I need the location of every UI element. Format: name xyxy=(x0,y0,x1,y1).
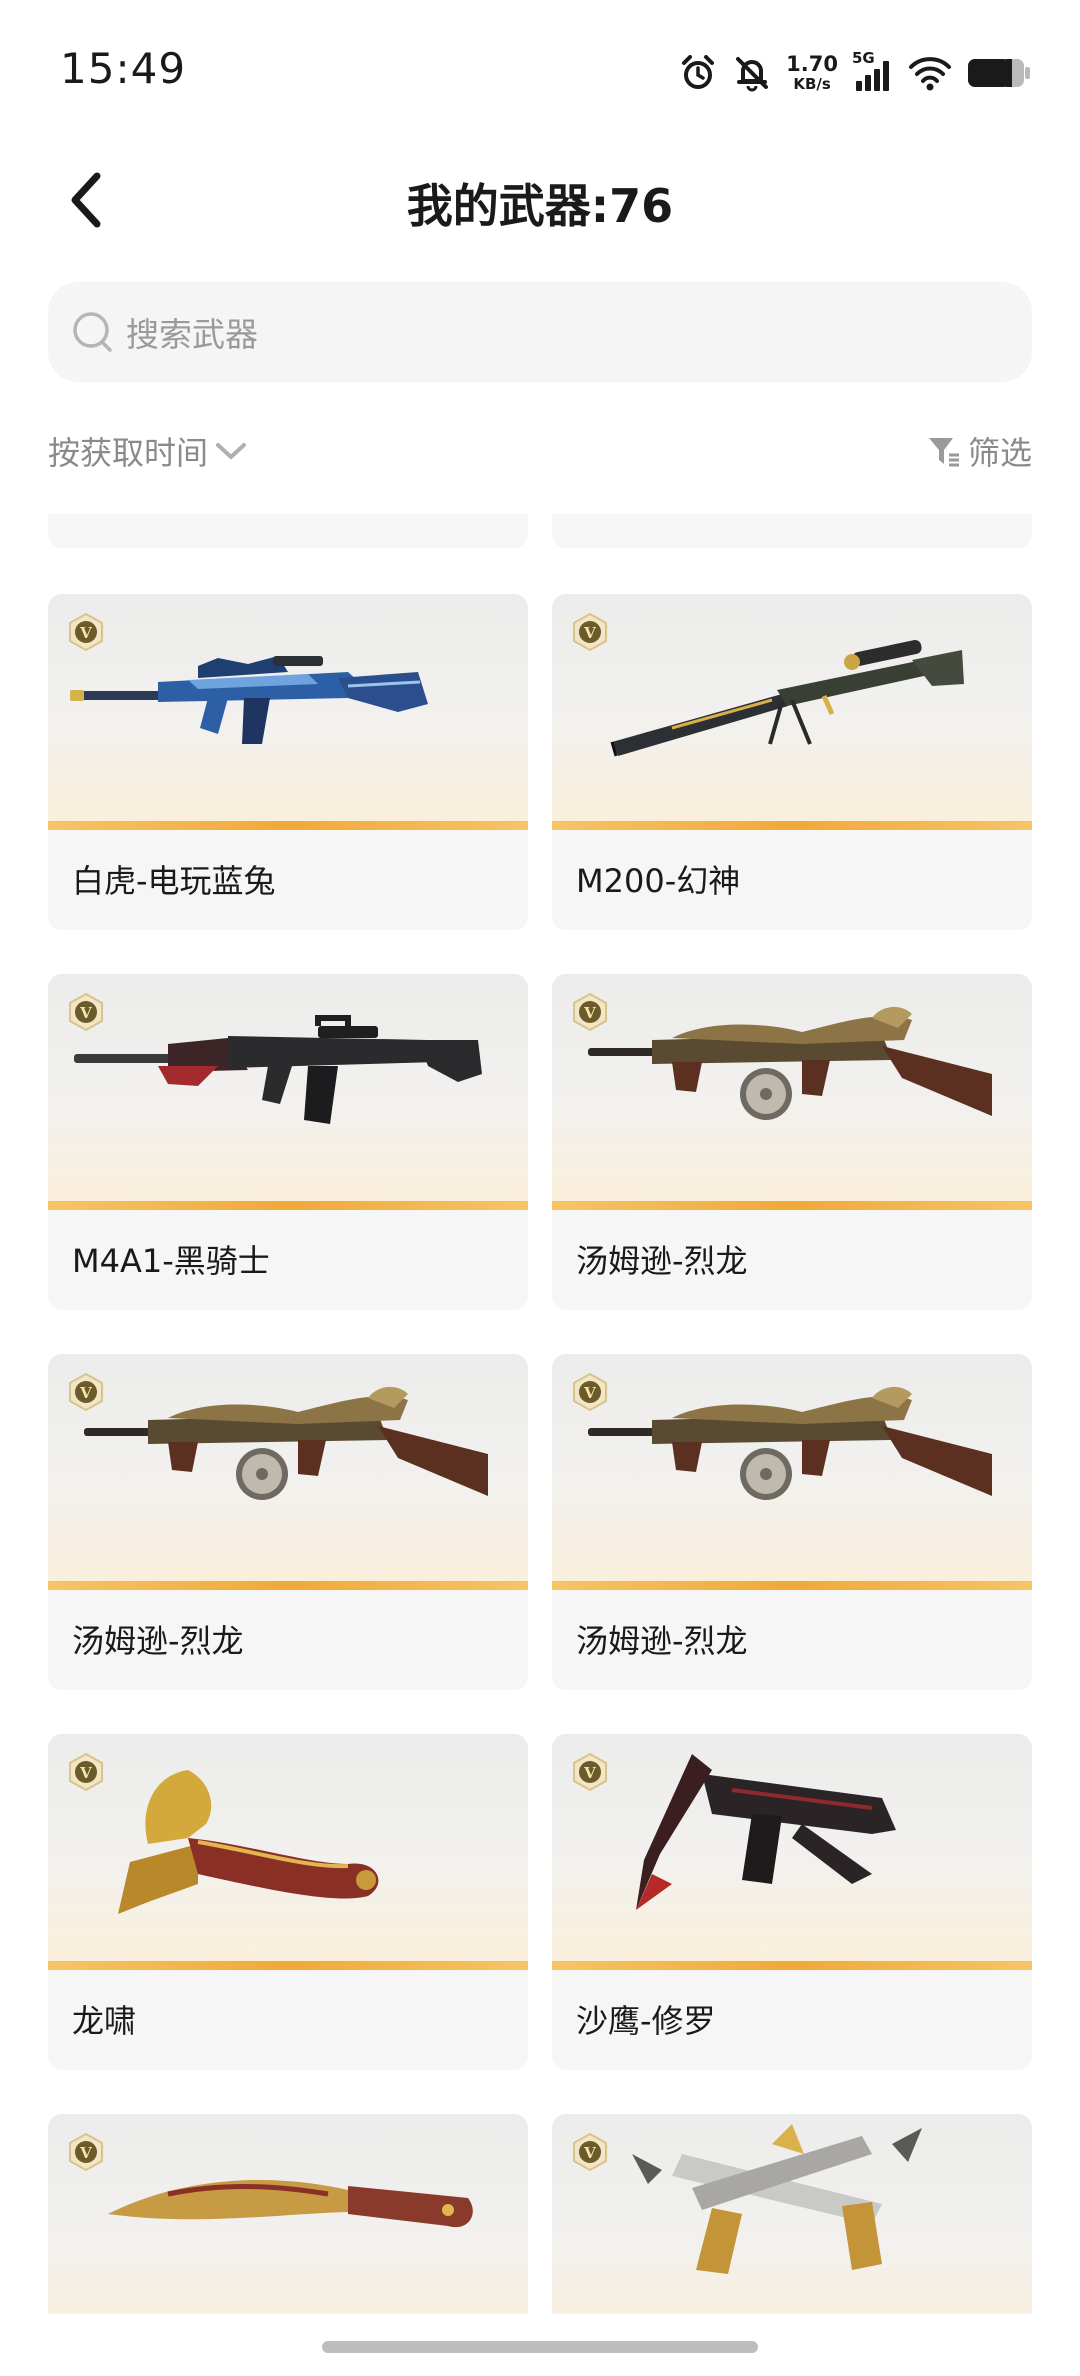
weapon-card[interactable]: V xyxy=(48,2114,528,2314)
svg-text:V: V xyxy=(583,624,596,642)
header: 我的武器:76 xyxy=(0,150,1080,250)
weapon-image: V xyxy=(48,1734,528,1970)
weapon-art-knife xyxy=(108,2180,473,2228)
svg-text:V: V xyxy=(79,1384,92,1402)
alarm-icon xyxy=(678,53,718,93)
svg-text:V: V xyxy=(79,1004,92,1022)
weapon-image: V xyxy=(552,594,1032,830)
weapon-art-dual-pistol xyxy=(632,2124,922,2274)
mute-bell-icon xyxy=(732,53,772,93)
weapon-card[interactable]: V xyxy=(552,2114,1032,2314)
vip-badge-icon: V xyxy=(573,612,607,652)
weapon-card[interactable]: V 汤姆逊-烈龙 xyxy=(552,974,1032,1310)
status-time: 15:49 xyxy=(60,44,187,93)
signal-icon: 5G xyxy=(852,51,894,95)
vip-badge-icon: V xyxy=(573,1372,607,1412)
weapon-card[interactable]: V M200-幻神 xyxy=(552,594,1032,930)
network-speed-unit: KB/s xyxy=(793,75,831,93)
weapon-card[interactable]: V 龙啸 xyxy=(48,1734,528,2070)
status-icons: 1.70 KB/s 5G xyxy=(678,48,1032,98)
weapon-card[interactable]: V 汤姆逊-烈龙 xyxy=(48,1354,528,1690)
weapon-card[interactable]: V 沙鹰-修罗 xyxy=(552,1734,1032,2070)
weapon-name: 汤姆逊-烈龙 xyxy=(72,1622,244,1660)
weapon-art-tommy xyxy=(588,1006,992,1120)
search-input[interactable]: 搜索武器 xyxy=(48,282,1032,382)
network-speed-value: 1.70 xyxy=(786,52,838,76)
weapon-image: V xyxy=(552,974,1032,1210)
chevron-down-icon xyxy=(216,443,247,459)
vip-badge-icon: V xyxy=(69,1752,103,1792)
svg-text:V: V xyxy=(583,1384,596,1402)
weapon-name: 白虎-电玩蓝兔 xyxy=(72,862,276,900)
home-indicator[interactable] xyxy=(322,2341,758,2353)
vip-badge-icon: V xyxy=(573,2132,607,2172)
weapon-card-partial[interactable] xyxy=(552,514,1032,548)
weapon-grid: V 白虎-电玩蓝兔 V M200-幻神 V M4A1-黑骑士 V 汤姆逊-烈龙 … xyxy=(0,514,1080,2314)
weapon-art-rifle-blue xyxy=(70,656,428,744)
weapon-name: M200-幻神 xyxy=(576,862,741,900)
vip-badge-icon: V xyxy=(69,612,103,652)
weapon-art-pistol xyxy=(636,1754,896,1910)
status-bar: 15:49 1.70 KB/s 5G xyxy=(0,0,1080,130)
svg-text:V: V xyxy=(79,2144,92,2162)
sort-filter-row: 按获取时间 筛选 xyxy=(48,428,1032,488)
wifi-icon xyxy=(908,53,952,93)
weapon-name: 沙鹰-修罗 xyxy=(576,2002,716,2040)
weapon-name: 汤姆逊-烈龙 xyxy=(576,1242,748,1280)
weapon-image: V xyxy=(552,1354,1032,1590)
filter-icon xyxy=(928,438,959,467)
weapon-card-partial[interactable] xyxy=(48,514,528,548)
weapon-art-tommy xyxy=(84,1386,488,1500)
weapon-art-rifle-black xyxy=(74,1015,482,1124)
weapon-image: V xyxy=(552,1734,1032,1970)
weapon-name: 龙啸 xyxy=(72,2002,137,2040)
filter-button[interactable]: 筛选 xyxy=(926,428,1032,474)
svg-text:V: V xyxy=(583,1764,596,1782)
svg-text:V: V xyxy=(79,624,92,642)
network-speed: 1.70 KB/s xyxy=(786,54,838,92)
weapon-image: V xyxy=(552,2114,1032,2314)
weapon-name: M4A1-黑骑士 xyxy=(72,1242,270,1280)
weapon-art-sniper xyxy=(610,639,964,757)
vip-badge-icon: V xyxy=(573,992,607,1032)
search-icon xyxy=(73,312,112,352)
weapon-image: V xyxy=(48,974,528,1210)
weapon-card[interactable]: V 白虎-电玩蓝兔 xyxy=(48,594,528,930)
page-title: 我的武器:76 xyxy=(406,179,674,233)
weapon-art-axe xyxy=(118,1770,379,1914)
weapon-image: V xyxy=(48,594,528,830)
search-placeholder: 搜索武器 xyxy=(126,315,258,354)
weapons-screen: 15:49 1.70 KB/s 5G 我的武器:76 搜索武器 按获取时间 筛选… xyxy=(0,0,1080,2376)
sort-dropdown[interactable]: 按获取时间 xyxy=(48,428,248,474)
vip-badge-icon: V xyxy=(69,992,103,1032)
sort-label: 按获取时间 xyxy=(48,434,209,472)
svg-text:V: V xyxy=(583,1004,596,1022)
weapon-art-tommy xyxy=(588,1386,992,1500)
weapon-image: V xyxy=(48,2114,528,2314)
svg-text:V: V xyxy=(79,1764,92,1782)
weapon-name: 汤姆逊-烈龙 xyxy=(576,1622,748,1660)
filter-label: 筛选 xyxy=(967,434,1032,472)
battery-icon xyxy=(966,53,1032,93)
vip-badge-icon: V xyxy=(69,2132,103,2172)
weapon-image: V xyxy=(48,1354,528,1590)
weapon-card[interactable]: V M4A1-黑骑士 xyxy=(48,974,528,1310)
svg-text:V: V xyxy=(583,2144,596,2162)
vip-badge-icon: V xyxy=(69,1372,103,1412)
weapon-card[interactable]: V 汤姆逊-烈龙 xyxy=(552,1354,1032,1690)
vip-badge-icon: V xyxy=(573,1752,607,1792)
